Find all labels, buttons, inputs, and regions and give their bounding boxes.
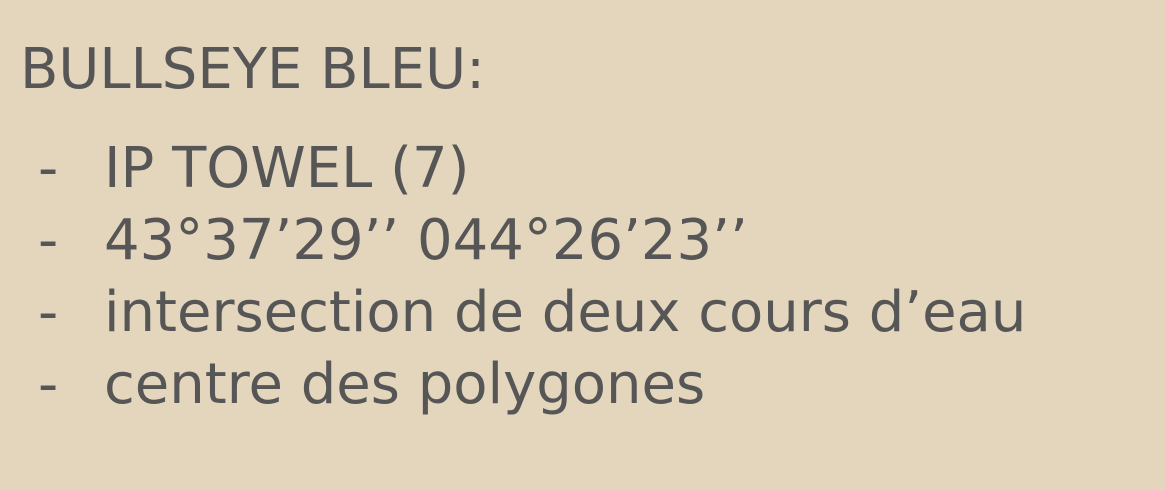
bullet-dash: -: [38, 280, 59, 345]
slide: BULLSEYE BLEU: - IP TOWEL (7) - 43°37’29…: [0, 0, 1165, 490]
bullet-text: intersection de deux cours d’eau: [104, 280, 1027, 345]
bullet-dash: -: [38, 136, 59, 201]
slide-title: BULLSEYE BLEU:: [20, 37, 485, 102]
bullet-text: IP TOWEL (7): [104, 136, 470, 201]
bullet-dash: -: [38, 352, 59, 417]
bullet-text: centre des polygones: [104, 352, 706, 417]
bullet-dash: -: [38, 208, 59, 273]
bullet-text: 43°37’29’’ 044°26’23’’: [104, 208, 748, 273]
